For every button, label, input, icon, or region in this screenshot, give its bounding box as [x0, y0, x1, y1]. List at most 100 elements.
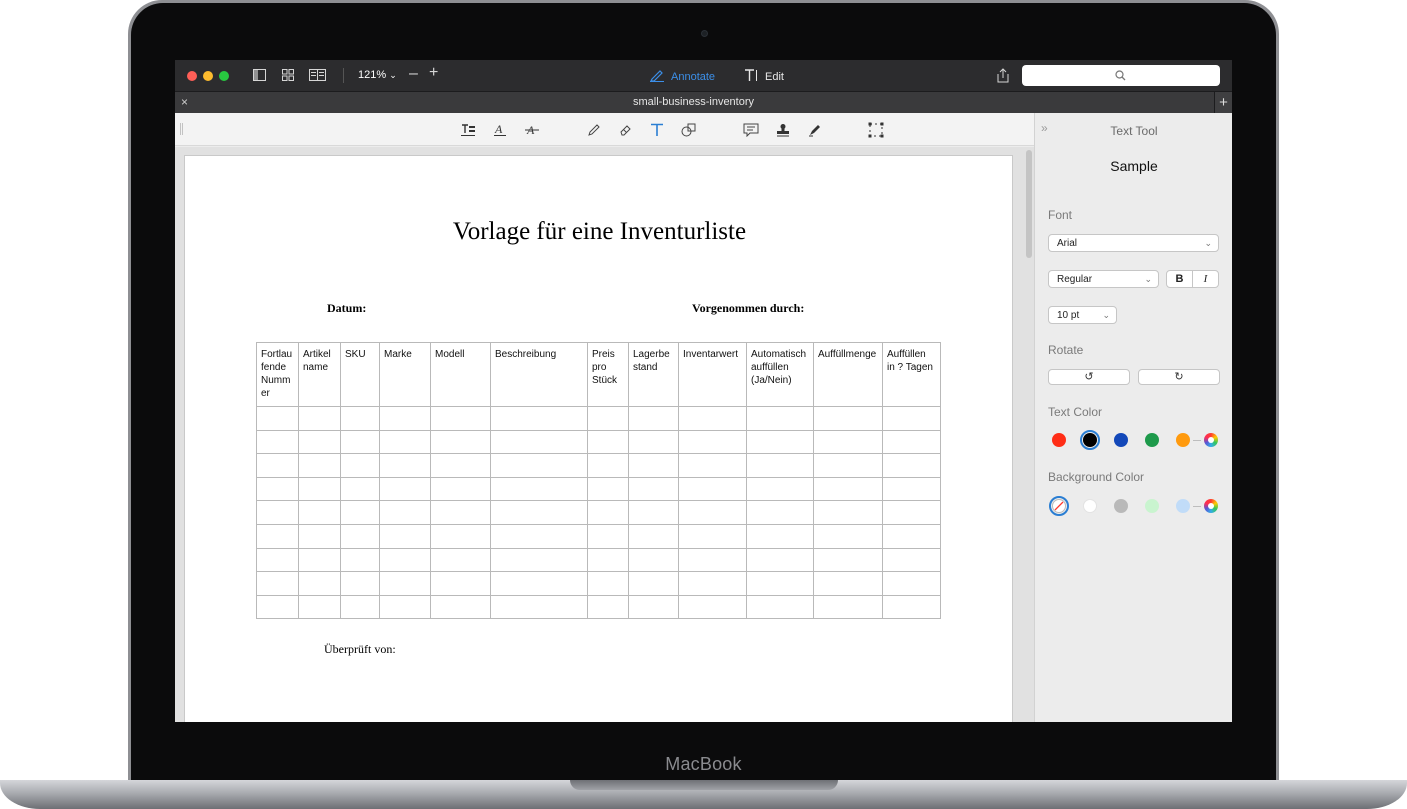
- table-cell[interactable]: [813, 500, 883, 525]
- table-cell[interactable]: [882, 594, 941, 620]
- text-color-blue[interactable]: [1114, 433, 1128, 447]
- table-cell[interactable]: [298, 571, 341, 596]
- bold-button[interactable]: B: [1167, 271, 1192, 287]
- table-cell[interactable]: [490, 571, 588, 596]
- table-cell[interactable]: [813, 594, 883, 620]
- color-wheel-icon[interactable]: [1204, 499, 1218, 513]
- table-cell[interactable]: [340, 500, 380, 525]
- table-cell[interactable]: [628, 547, 679, 573]
- text-color-red[interactable]: [1052, 433, 1066, 447]
- font-style-select[interactable]: Regular ⌄: [1048, 270, 1159, 288]
- rotate-right-button[interactable]: ↻: [1138, 369, 1220, 385]
- table-cell[interactable]: [379, 594, 431, 620]
- table-cell[interactable]: [882, 523, 941, 549]
- background-color-gray[interactable]: [1114, 499, 1128, 513]
- text-tool-icon[interactable]: [648, 121, 666, 139]
- pencil-icon[interactable]: [585, 121, 603, 139]
- table-cell[interactable]: [430, 547, 491, 573]
- document-page[interactable]: Vorlage für eine Inventurliste Datum: Vo…: [184, 155, 1013, 722]
- table-cell[interactable]: [379, 523, 431, 549]
- font-size-select[interactable]: 10 pt ⌄: [1048, 306, 1117, 324]
- text-color-orange[interactable]: [1176, 433, 1190, 447]
- table-cell[interactable]: [298, 406, 341, 431]
- close-window-button[interactable]: [187, 71, 197, 81]
- table-cell[interactable]: [379, 571, 431, 596]
- table-cell[interactable]: [882, 476, 941, 502]
- background-color-light-blue[interactable]: [1176, 499, 1190, 513]
- table-cell[interactable]: [813, 571, 883, 596]
- table-cell[interactable]: [490, 500, 588, 525]
- table-cell[interactable]: [430, 406, 491, 431]
- table-cell[interactable]: [587, 500, 629, 525]
- table-cell[interactable]: [430, 571, 491, 596]
- table-cell[interactable]: [813, 523, 883, 549]
- grip-handle[interactable]: [180, 123, 183, 135]
- table-cell[interactable]: [628, 500, 679, 525]
- table-cell[interactable]: [430, 476, 491, 502]
- background-color-light-green[interactable]: [1145, 499, 1159, 513]
- document-viewport[interactable]: Vorlage für eine Inventurliste Datum: Vo…: [175, 147, 1034, 722]
- table-cell[interactable]: [587, 406, 629, 431]
- zoom-window-button[interactable]: [219, 71, 229, 81]
- table-cell[interactable]: [430, 594, 491, 620]
- table-cell[interactable]: [430, 523, 491, 549]
- table-cell[interactable]: [379, 406, 431, 431]
- strikethrough-icon[interactable]: A: [523, 121, 541, 139]
- table-cell[interactable]: [490, 594, 588, 620]
- table-cell[interactable]: [746, 594, 814, 620]
- table-cell[interactable]: [628, 453, 679, 478]
- table-cell[interactable]: [256, 406, 299, 431]
- table-cell[interactable]: [490, 429, 588, 455]
- document-tab[interactable]: small-business-inventory: [175, 96, 1212, 108]
- table-cell[interactable]: [882, 453, 941, 478]
- table-cell[interactable]: [813, 476, 883, 502]
- table-cell[interactable]: [256, 476, 299, 502]
- no-fill-icon[interactable]: [1052, 499, 1066, 513]
- table-cell[interactable]: [298, 476, 341, 502]
- table-cell[interactable]: [430, 453, 491, 478]
- table-cell[interactable]: [746, 523, 814, 549]
- table-cell[interactable]: [678, 523, 747, 549]
- table-cell[interactable]: [813, 453, 883, 478]
- table-cell[interactable]: [882, 406, 941, 431]
- table-cell[interactable]: [678, 547, 747, 573]
- signature-pen-icon[interactable]: [806, 121, 824, 139]
- minimize-window-button[interactable]: [203, 71, 213, 81]
- table-cell[interactable]: [813, 406, 883, 431]
- table-cell[interactable]: [587, 453, 629, 478]
- table-cell[interactable]: [340, 594, 380, 620]
- vertical-scrollbar[interactable]: [1026, 150, 1032, 258]
- table-cell[interactable]: [587, 476, 629, 502]
- shapes-icon[interactable]: [680, 121, 698, 139]
- table-cell[interactable]: [678, 571, 747, 596]
- italic-button[interactable]: I: [1192, 271, 1218, 287]
- table-cell[interactable]: [813, 429, 883, 455]
- sidebar-icon[interactable]: [253, 69, 266, 81]
- table-cell[interactable]: [340, 453, 380, 478]
- background-color-white[interactable]: [1083, 499, 1097, 513]
- table-cell[interactable]: [340, 547, 380, 573]
- note-icon[interactable]: [742, 121, 760, 139]
- table-cell[interactable]: [628, 523, 679, 549]
- table-cell[interactable]: [628, 429, 679, 455]
- table-cell[interactable]: [628, 406, 679, 431]
- table-cell[interactable]: [490, 453, 588, 478]
- table-cell[interactable]: [882, 571, 941, 596]
- table-cell[interactable]: [628, 571, 679, 596]
- table-cell[interactable]: [340, 523, 380, 549]
- annotate-mode-button[interactable]: Annotate: [650, 69, 715, 85]
- new-tab-button[interactable]: +: [1214, 92, 1232, 114]
- table-cell[interactable]: [746, 406, 814, 431]
- underline-text-icon[interactable]: A: [491, 121, 509, 139]
- table-cell[interactable]: [379, 547, 431, 573]
- search-input[interactable]: [1022, 65, 1220, 86]
- table-cell[interactable]: [430, 429, 491, 455]
- share-icon[interactable]: [997, 68, 1009, 83]
- table-cell[interactable]: [256, 500, 299, 525]
- table-cell[interactable]: [298, 547, 341, 573]
- table-cell[interactable]: [587, 594, 629, 620]
- text-color-green[interactable]: [1145, 433, 1159, 447]
- table-cell[interactable]: [746, 429, 814, 455]
- table-cell[interactable]: [379, 476, 431, 502]
- table-cell[interactable]: [298, 500, 341, 525]
